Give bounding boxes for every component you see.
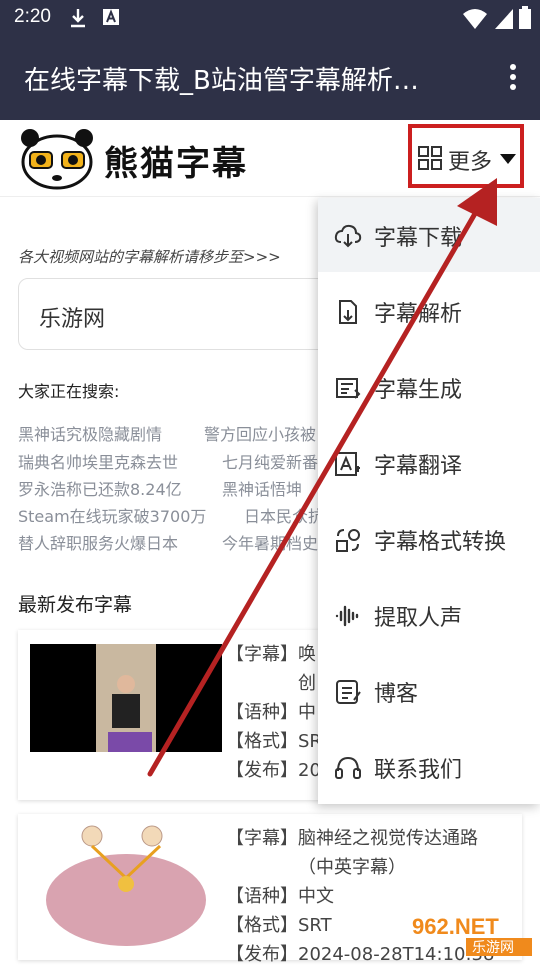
voice-wave-icon [335, 605, 359, 627]
more-dropdown-menu: 字幕下载 字幕解析 字幕生成 字幕翻译 字幕格式转换 提取人声 博客 联系我们 [318, 198, 540, 804]
card-subtitle: 【字幕】脑神经之视觉传达通路 [226, 828, 478, 849]
menu-item-subtitle-parse[interactable]: 字幕解析 [318, 274, 540, 348]
more-menu-button[interactable]: 更多 [408, 124, 524, 188]
convert-icon [336, 529, 360, 552]
search-input[interactable]: 乐游网 [18, 278, 358, 350]
more-label: 更多 [448, 150, 493, 175]
menu-item-subtitle-generate[interactable]: 字幕生成 [318, 350, 540, 424]
page-title: 在线字幕下载_B站油管字幕解析… [24, 66, 419, 96]
card-subtitle-cont: （中英字幕） [298, 857, 406, 878]
trending-item[interactable]: 七月纯爱新番 [222, 449, 318, 473]
file-generate-icon [336, 378, 361, 399]
overflow-menu-icon[interactable] [508, 64, 518, 94]
logo-text[interactable]: 熊猫字幕 [104, 136, 248, 185]
menu-item-contact[interactable]: 联系我们 [318, 730, 540, 804]
brain-diagram-thumbnail [30, 820, 222, 950]
menu-item-blog[interactable]: 博客 [318, 654, 540, 728]
trending-item[interactable]: Steam在线玩家破3700万 [18, 503, 206, 527]
panda-logo-icon[interactable] [18, 128, 96, 190]
watermark-brand: 962.NET [412, 914, 499, 939]
parse-hint: 各大视频网站的字幕解析请移步至>>> [18, 248, 281, 266]
watermark-logo: 962.NET 乐游网 [412, 914, 532, 956]
trending-item[interactable]: 今年暑期档史 [222, 530, 318, 554]
menu-item-label: 字幕翻译 [374, 454, 463, 479]
trending-item[interactable]: 替人辞职服务火爆日本 [18, 530, 178, 554]
battery-icon [519, 6, 531, 29]
app-bar: 在线字幕下载_B站油管字幕解析… [0, 36, 540, 120]
status-time: 2:20 [14, 6, 51, 27]
menu-item-label: 字幕解析 [374, 302, 463, 327]
menu-item-format-convert[interactable]: 字幕格式转换 [318, 502, 540, 576]
menu-item-extract-voice[interactable]: 提取人声 [318, 578, 540, 652]
notification-a-icon [103, 9, 119, 25]
status-bar: 2:20 [0, 0, 540, 36]
headset-icon [335, 756, 361, 779]
menu-item-label: 博客 [374, 682, 419, 707]
menu-item-label: 字幕格式转换 [374, 530, 507, 555]
wifi-icon [463, 9, 487, 29]
blog-icon [336, 680, 361, 704]
site-header: 熊猫字幕 更多 [0, 120, 540, 197]
watermark-sub: 乐游网 [472, 940, 514, 956]
trending-item[interactable]: 警方回应小孩被 [204, 421, 316, 445]
cloud-download-icon [334, 224, 362, 248]
translate-icon [335, 452, 360, 476]
grid-icon [418, 146, 442, 170]
signal-icon [495, 9, 513, 29]
caret-down-icon [500, 154, 516, 164]
menu-item-subtitle-download[interactable]: 字幕下载 [318, 198, 540, 272]
menu-item-subtitle-translate[interactable]: 字幕翻译 [318, 426, 540, 500]
menu-item-label: 字幕下载 [374, 226, 463, 251]
menu-item-label: 联系我们 [374, 758, 463, 783]
latest-title: 最新发布字幕 [18, 594, 133, 616]
card-lang: 【语种】中文 [226, 886, 334, 907]
download-icon [71, 9, 85, 28]
trending-item[interactable]: 黑神话究极隐藏剧情 [18, 421, 162, 445]
menu-item-label: 提取人声 [374, 606, 463, 631]
trending-title: 大家正在搜索: [18, 382, 120, 401]
search-value: 乐游网 [39, 307, 106, 332]
trending-item[interactable]: 瑞典名帅埃里克森去世 [18, 449, 178, 473]
trending-item[interactable]: 黑神话悟坤 [222, 476, 302, 500]
trending-item[interactable]: 罗永浩称已还款8.24亿 [18, 476, 182, 500]
file-arrow-icon [339, 300, 357, 324]
video-thumbnail [30, 644, 222, 752]
menu-item-label: 字幕生成 [374, 378, 463, 403]
trending-item[interactable]: 日本民众抗 [244, 503, 324, 527]
